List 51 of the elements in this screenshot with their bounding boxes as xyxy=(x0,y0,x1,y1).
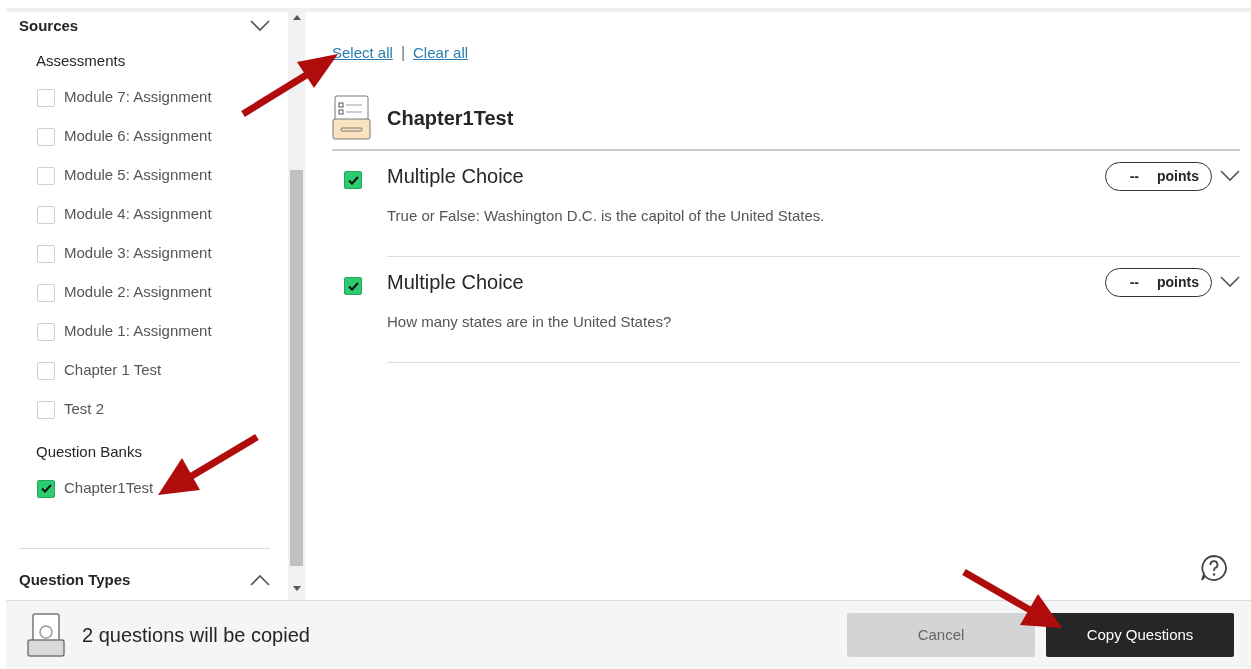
help-icon[interactable] xyxy=(1200,554,1228,582)
link[interactable]: Clear all xyxy=(413,41,469,65)
question-type: Multiple Choice xyxy=(387,164,524,189)
collapse-icon[interactable] xyxy=(250,573,270,586)
checkbox[interactable] xyxy=(344,171,362,189)
checkbox[interactable] xyxy=(344,277,362,295)
scroll-down-icon[interactable] xyxy=(292,586,301,592)
points-field[interactable]: -- points xyxy=(1104,267,1212,297)
checkbox[interactable] xyxy=(37,361,55,380)
expand-icon[interactable] xyxy=(250,20,270,32)
checkbox[interactable] xyxy=(37,166,55,185)
checkmark-icon xyxy=(347,175,359,185)
source-label[interactable]: Test 2 xyxy=(64,398,105,421)
section-heading[interactable]: Question Types xyxy=(19,568,131,591)
checkbox[interactable] xyxy=(37,88,55,107)
checkbox[interactable] xyxy=(37,283,55,302)
source-label[interactable]: Module 5: Assignment xyxy=(64,164,212,187)
source-label[interactable]: Module 6: Assignment xyxy=(64,125,212,148)
checkbox[interactable] xyxy=(37,400,55,419)
checkbox[interactable] xyxy=(37,244,55,263)
copy-button[interactable]: Copy Questions xyxy=(1046,613,1234,657)
question-text: True or False: Washington D.C. is the capitol of the United States. xyxy=(387,206,826,226)
bank-title: Chapter1Test xyxy=(387,105,514,131)
source-label[interactable]: Module 3: Assignment xyxy=(64,242,212,265)
source-label[interactable]: Chapter 1 Test xyxy=(64,359,162,382)
scrollbar-thumb[interactable] xyxy=(290,170,303,566)
group-heading: Assessments xyxy=(36,51,127,71)
checkbox[interactable] xyxy=(37,205,55,224)
expand-icon[interactable] xyxy=(1220,170,1240,182)
source-label[interactable]: Module 1: Assignment xyxy=(64,320,212,343)
file-drawer-icon xyxy=(332,95,371,140)
link[interactable]: Select all xyxy=(332,41,393,65)
checkmark-icon xyxy=(40,484,52,493)
checkbox[interactable] xyxy=(37,322,55,341)
section-heading[interactable]: Sources xyxy=(19,14,79,38)
source-label[interactable]: Module 2: Assignment xyxy=(64,281,212,304)
expand-icon[interactable] xyxy=(1220,276,1240,288)
question-text: How many states are in the United States? xyxy=(387,312,673,332)
source-label[interactable]: Chapter1Test xyxy=(64,477,154,500)
checkmark-icon xyxy=(347,281,359,291)
separator: | xyxy=(400,43,406,63)
checkbox[interactable] xyxy=(37,479,55,498)
copy-summary: 2 questions will be copied xyxy=(82,623,310,648)
points-field[interactable]: -- points xyxy=(1104,161,1212,191)
group-heading: Question Banks xyxy=(36,442,143,462)
question-tray-icon xyxy=(26,612,66,658)
checkbox[interactable] xyxy=(37,127,55,146)
scroll-up-icon[interactable] xyxy=(292,14,301,20)
question-type: Multiple Choice xyxy=(387,270,524,295)
source-label[interactable]: Module 7: Assignment xyxy=(64,86,212,109)
source-label[interactable]: Module 4: Assignment xyxy=(64,203,212,226)
